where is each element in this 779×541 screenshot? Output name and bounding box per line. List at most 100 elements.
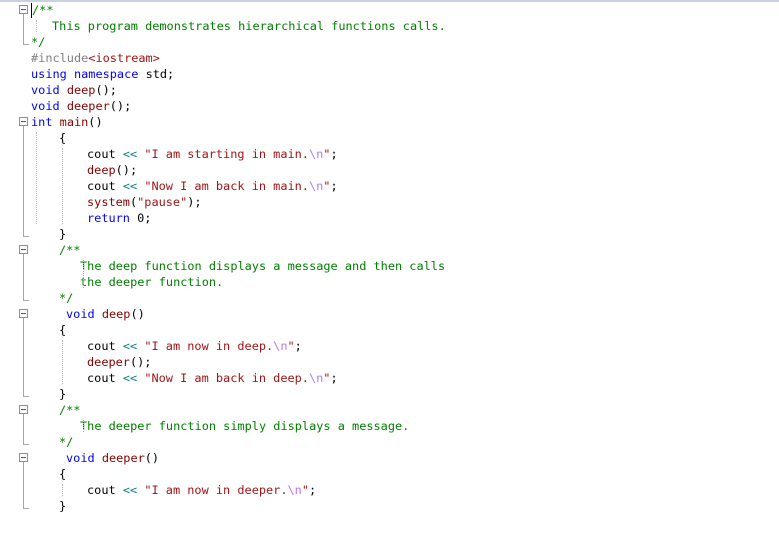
code-token: return xyxy=(87,211,130,225)
code-line[interactable]: */ xyxy=(31,34,45,50)
code-line[interactable]: This program demonstrates hierarchical f… xyxy=(52,18,446,34)
code-line[interactable]: system("pause"); xyxy=(87,194,202,210)
code-token: ); xyxy=(187,195,202,209)
code-token: std; xyxy=(138,67,175,81)
code-token: ; xyxy=(330,371,338,385)
code-token: deep xyxy=(87,163,116,177)
code-token: cout xyxy=(87,483,116,497)
code-line[interactable]: #include<iostream> xyxy=(31,50,160,66)
code-token: cout xyxy=(87,339,116,353)
code-token: " xyxy=(287,339,295,353)
code-line[interactable]: void deeper(); xyxy=(31,98,131,114)
code-token: 0; xyxy=(129,211,152,225)
code-line[interactable]: void deeper() xyxy=(66,450,159,466)
code-token: << xyxy=(122,483,138,497)
code-line[interactable]: { xyxy=(59,466,66,482)
code-line[interactable]: int main() xyxy=(31,114,103,130)
outline-end xyxy=(23,44,29,45)
code-line[interactable]: */ xyxy=(59,290,73,306)
indent-guide xyxy=(36,20,37,32)
code-token: cout xyxy=(87,179,116,193)
code-token: (); xyxy=(109,99,132,113)
collapse-region-icon[interactable] xyxy=(19,453,28,462)
code-line[interactable]: cout << "I am now in deeper.\n"; xyxy=(87,482,316,498)
code-token: /** xyxy=(59,403,81,417)
code-token: } xyxy=(59,499,67,513)
code-token: #include xyxy=(31,51,89,65)
code-token: { xyxy=(59,323,67,337)
code-line[interactable]: return 0; xyxy=(87,210,151,226)
code-token: deep xyxy=(66,83,96,97)
code-token: << xyxy=(122,339,138,353)
outline-end xyxy=(23,396,29,397)
code-token: "Now I am back in main. xyxy=(144,179,309,193)
code-token: "I am starting in main. xyxy=(144,147,309,161)
code-token: << xyxy=(122,371,138,385)
code-line[interactable]: } xyxy=(59,226,66,242)
code-line[interactable]: */ xyxy=(59,434,73,450)
outline-end xyxy=(23,444,29,445)
code-token: /** xyxy=(59,243,81,257)
code-token: (); xyxy=(129,355,152,369)
code-line[interactable]: } xyxy=(59,498,66,514)
code-token: "I am now in deep. xyxy=(144,339,274,353)
outline-line xyxy=(23,126,24,236)
code-token: (); xyxy=(115,163,138,177)
code-token: { xyxy=(59,131,67,145)
indent-guide xyxy=(83,260,84,288)
code-line[interactable]: deeper(); xyxy=(87,354,151,370)
code-line[interactable]: cout << "I am now in deep.\n"; xyxy=(87,338,302,354)
code-token: " xyxy=(301,483,309,497)
outline-line xyxy=(23,14,24,44)
code-token: the deeper function. xyxy=(80,275,224,289)
code-token: void xyxy=(66,307,95,321)
outline-line xyxy=(23,254,24,300)
indent-guide xyxy=(83,420,84,432)
code-token: ; xyxy=(330,147,338,161)
code-line[interactable]: /** xyxy=(59,402,80,418)
code-token: system xyxy=(87,195,130,209)
code-line[interactable]: using namespace std; xyxy=(31,66,174,82)
code-token: ; xyxy=(309,483,317,497)
code-line[interactable]: /** xyxy=(32,2,53,18)
code-token: The deep function displays a message and… xyxy=(80,259,446,273)
collapse-region-icon[interactable] xyxy=(19,5,28,14)
code-token: \n xyxy=(308,147,324,161)
code-line[interactable]: { xyxy=(59,130,66,146)
code-token: The deeper function simply displays a me… xyxy=(80,419,410,433)
code-line[interactable]: cout << "I am starting in main.\n"; xyxy=(87,146,338,162)
indent-guide xyxy=(36,132,37,224)
code-line[interactable]: deep(); xyxy=(87,162,137,178)
code-line[interactable]: { xyxy=(59,322,66,338)
code-line[interactable]: cout << "Now I am back in deep.\n"; xyxy=(87,370,338,386)
collapse-region-icon[interactable] xyxy=(19,245,28,254)
collapse-region-icon[interactable] xyxy=(19,309,28,318)
collapse-region-icon[interactable] xyxy=(19,405,28,414)
outline-end xyxy=(23,508,29,509)
code-line[interactable]: void deep(); xyxy=(31,82,117,98)
code-line[interactable]: The deep function displays a message and… xyxy=(80,258,445,274)
code-token: deeper xyxy=(101,451,145,465)
code-token: } xyxy=(59,387,67,401)
outline-line xyxy=(23,462,24,508)
code-token: << xyxy=(122,147,138,161)
code-token: cout xyxy=(87,147,116,161)
collapse-region-icon[interactable] xyxy=(19,117,28,126)
code-token: int xyxy=(31,115,53,129)
code-line[interactable]: } xyxy=(59,386,66,402)
code-token: () xyxy=(144,451,160,465)
code-token: void xyxy=(31,83,60,97)
code-line[interactable]: the deeper function. xyxy=(80,274,223,290)
code-line[interactable]: cout << "Now I am back in main.\n"; xyxy=(87,178,338,194)
code-line[interactable]: void deep() xyxy=(66,306,145,322)
code-line[interactable]: /** xyxy=(59,242,80,258)
code-token: \n xyxy=(308,179,324,193)
code-line[interactable]: The deeper function simply displays a me… xyxy=(80,418,409,434)
